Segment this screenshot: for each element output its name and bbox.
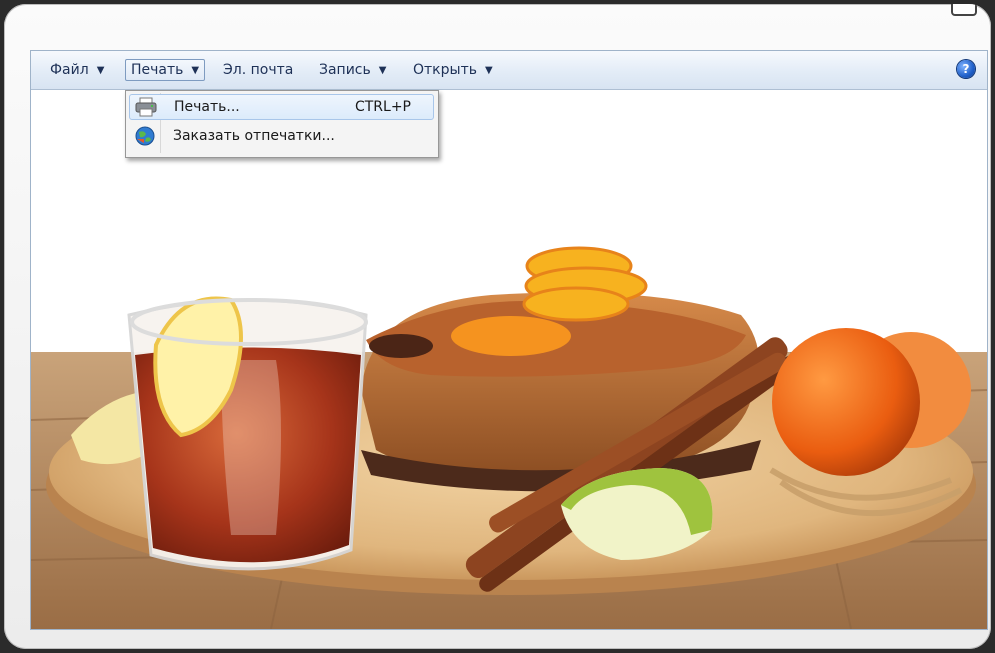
menu-burn-label: Запись	[319, 62, 371, 78]
corner-tab	[951, 4, 977, 16]
chevron-down-icon: ▼	[378, 64, 387, 76]
print-dropdown-menu: Печать... CTRL+P Заказать отпечатки...	[125, 90, 439, 158]
globe-icon	[133, 124, 157, 148]
food-photo-illustration	[31, 90, 987, 629]
menubar: Файл ▼ Печать ▼ Эл. почта Запись ▼ Откры…	[31, 51, 987, 90]
menu-file-label: Файл	[50, 62, 89, 78]
menu-burn[interactable]: Запись ▼	[314, 59, 391, 81]
screen-frame: Файл ▼ Печать ▼ Эл. почта Запись ▼ Откры…	[4, 4, 991, 649]
menu-open[interactable]: Открыть ▼	[408, 59, 498, 81]
dropdown-item-print[interactable]: Печать... CTRL+P	[129, 94, 434, 120]
chevron-down-icon: ▼	[96, 64, 105, 76]
dropdown-item-print-shortcut: CTRL+P	[354, 99, 411, 115]
dropdown-item-print-label: Печать...	[174, 99, 240, 115]
menu-print-label: Печать	[131, 62, 184, 78]
photo-canvas	[31, 90, 987, 629]
menu-email[interactable]: Эл. почта	[218, 59, 298, 81]
chevron-down-icon: ▼	[484, 64, 493, 76]
menu-print[interactable]: Печать ▼	[125, 59, 206, 81]
chevron-down-icon: ▼	[191, 64, 200, 76]
menu-file[interactable]: Файл ▼	[45, 59, 109, 81]
dropdown-item-order-prints[interactable]: Заказать отпечатки...	[129, 123, 434, 149]
menu-open-label: Открыть	[413, 62, 477, 78]
menu-email-label: Эл. почта	[223, 62, 294, 78]
help-icon[interactable]: ?	[957, 60, 975, 78]
printer-icon	[134, 95, 158, 119]
photo-viewer-window: Файл ▼ Печать ▼ Эл. почта Запись ▼ Откры…	[30, 50, 988, 630]
dropdown-item-order-prints-label: Заказать отпечатки...	[173, 128, 335, 144]
